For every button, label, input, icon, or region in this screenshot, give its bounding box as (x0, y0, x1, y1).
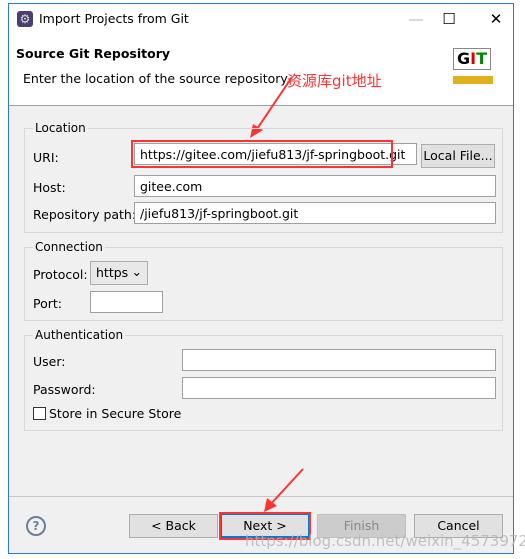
port-label: Port: (33, 296, 62, 311)
window-title: Import Projects from Git (39, 11, 189, 26)
import-dialog: ⚙ Import Projects from Git — ☐ ✕ Source … (8, 3, 514, 554)
location-label: Location (33, 121, 88, 135)
maximize-button[interactable]: ☐ (434, 8, 464, 30)
port-input[interactable] (90, 291, 163, 313)
title-bar: ⚙ Import Projects from Git — ☐ ✕ (9, 4, 513, 34)
page-title: Source Git Repository (16, 46, 171, 61)
protocol-label: Protocol: (33, 267, 88, 282)
repository-path-input[interactable]: /jiefu813/jf-springboot.git (134, 202, 496, 224)
annotation-box (131, 140, 393, 168)
git-logo-icon: GIT (453, 48, 491, 70)
eclipse-icon: ⚙ (17, 11, 33, 27)
host-label: Host: (33, 180, 66, 195)
git-pipe-icon (453, 76, 493, 84)
protocol-value: https (96, 265, 129, 280)
connection-label: Connection (33, 240, 105, 254)
repository-path-label: Repository path: (33, 207, 137, 222)
uri-label: URI: (33, 150, 59, 165)
authentication-label: Authentication (33, 328, 126, 342)
store-secure-checkbox[interactable] (33, 407, 46, 420)
user-label: User: (33, 354, 66, 369)
help-icon[interactable]: ? (26, 516, 46, 536)
store-secure-label[interactable]: Store in Secure Store (49, 406, 181, 421)
annotation-text: 资源库git地址 (287, 72, 382, 90)
minimize-button[interactable]: — (401, 8, 431, 30)
protocol-select[interactable]: https ⌄ (90, 261, 148, 285)
host-input[interactable]: gitee.com (134, 175, 496, 197)
close-button[interactable]: ✕ (481, 8, 511, 30)
next-annotation-arrow-icon (264, 468, 304, 512)
password-input[interactable] (182, 377, 496, 399)
password-label: Password: (33, 382, 96, 397)
back-button[interactable]: < Back (129, 514, 218, 538)
user-input[interactable] (182, 349, 496, 371)
watermark: https://blog.csdn.net/weixin_45739720 (245, 532, 525, 550)
local-file-button[interactable]: Local File... (421, 144, 495, 168)
chevron-down-icon: ⌄ (131, 264, 142, 279)
